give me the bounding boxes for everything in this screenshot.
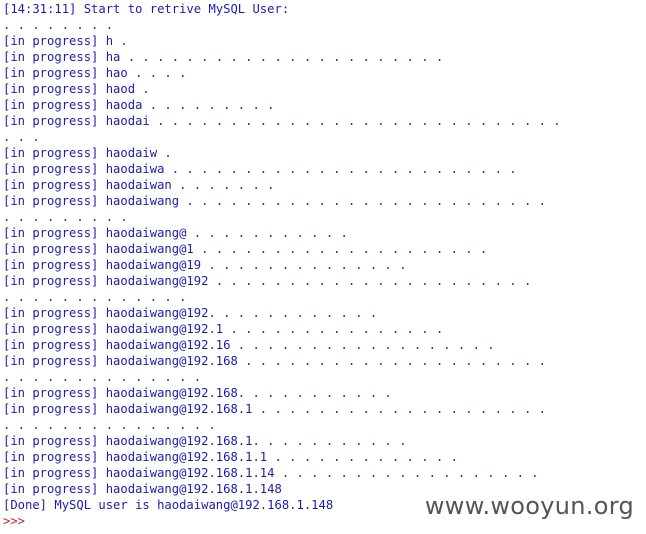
console-line: [in progress] haodaiwang@19 . . . . . . …: [3, 258, 407, 272]
console-line: [in progress] haodaiwa . . . . . . . . .…: [3, 162, 517, 176]
console-line: [in progress] haodaiwang@192.16 . . . . …: [3, 338, 495, 352]
console-line: . . . . . . . . . . . . .: [3, 290, 187, 304]
watermark-text: www.wooyun.org: [422, 492, 636, 520]
console-line: [in progress] haodaiw .: [3, 146, 172, 160]
console-line: . . . . . . . . .: [3, 210, 128, 224]
console-line: [in progress] ha . . . . . . . . . . . .…: [3, 50, 444, 64]
console-line: [in progress] haodaiwang@192. . . . . . …: [3, 306, 378, 320]
console-line: . . .: [3, 130, 40, 144]
console-line: [in progress] haoda . . . . . . . . .: [3, 98, 275, 112]
console-line: [in progress] haodaiwang@192.168.1.1 . .…: [3, 450, 458, 464]
console-line: . . . . . . . . . . . . . . .: [3, 418, 216, 432]
console-line: [in progress] haodaiwang@1 . . . . . . .…: [3, 242, 488, 256]
console-line: [in progress] haodaiwang@192 . . . . . .…: [3, 274, 532, 288]
console-line: [in progress] haodaiwan . . . . . . .: [3, 178, 275, 192]
console-line: [in progress] haodai . . . . . . . . . .…: [3, 114, 561, 128]
console-line: [in progress] haodaiwang@192.168.1.14 . …: [3, 466, 539, 480]
console-line: [in progress] hao . . . .: [3, 66, 187, 80]
console-line: [in progress] haodaiwang@192.168. . . . …: [3, 386, 392, 400]
console-line: [in progress] h .: [3, 34, 128, 48]
console-output[interactable]: [14:31:11] Start to retrive MySQL User:.…: [3, 1, 646, 534]
console-line: [in progress] haodaiwang . . . . . . . .…: [3, 194, 546, 208]
console-line: [in progress] haodaiwang@192.168.1. . . …: [3, 434, 407, 448]
console-line: [in progress] haod .: [3, 82, 150, 96]
console-line: [in progress] haodaiwang@ . . . . . . . …: [3, 226, 348, 240]
console-line: [in progress] haodaiwang@192.168.1 . . .…: [3, 402, 546, 416]
console-line: [in progress] haodaiwang@192.168 . . . .…: [3, 354, 546, 368]
console-line: [in progress] haodaiwang@192.1 . . . . .…: [3, 322, 444, 336]
console-line: . . . . . . . .: [3, 18, 114, 32]
console-line: . . . . . . . . . . . . . .: [3, 370, 202, 384]
console-line: [14:31:11] Start to retrive MySQL User:: [3, 2, 290, 16]
